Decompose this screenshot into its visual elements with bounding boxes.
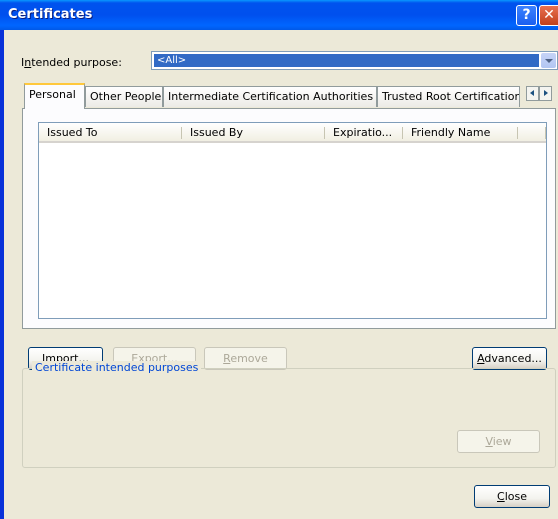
close-icon: ✕ — [543, 7, 555, 23]
view-button[interactable]: View — [457, 430, 540, 453]
certificate-purposes-group — [22, 368, 556, 468]
tab-scroll-left-icon[interactable] — [526, 86, 539, 101]
tab-scroll-right-icon[interactable] — [539, 86, 552, 101]
window-title: Certificates — [8, 7, 93, 22]
close-window-button[interactable]: ✕ — [539, 5, 558, 26]
tab-other-people[interactable]: Other People — [85, 86, 163, 107]
column-header-expiration[interactable]: Expiratio... — [325, 123, 403, 143]
tab-personal[interactable]: Personal — [24, 83, 85, 109]
help-button[interactable]: ? — [516, 5, 537, 26]
question-icon: ? — [522, 7, 531, 23]
intended-purpose-value: <All> — [154, 54, 539, 67]
title-bar[interactable]: Certificates ? ✕ — [0, 0, 558, 30]
column-header-friendly-name[interactable]: Friendly Name — [403, 123, 518, 143]
tab-trusted-root-ca[interactable]: Trusted Root Certification — [377, 86, 520, 107]
close-button[interactable]: Close — [474, 485, 550, 508]
certificate-list[interactable]: Issued To Issued By Expiratio... Friendl… — [38, 122, 547, 319]
certificate-purposes-label: Certificate intended purposes — [32, 361, 202, 374]
dialog-body: Intended purpose: <All> Personal Other P… — [4, 30, 558, 519]
intended-purpose-dropdown[interactable]: <All> — [151, 51, 558, 70]
intended-purpose-label: Intended purpose: — [21, 56, 122, 69]
certificates-window: Certificates ? ✕ Intended purpose: <All>… — [0, 0, 558, 519]
remove-button[interactable]: Remove — [204, 347, 287, 370]
column-header-filler — [518, 123, 546, 143]
column-header-issued-by[interactable]: Issued By — [182, 123, 325, 143]
column-header-issued-to[interactable]: Issued To — [39, 123, 182, 143]
advanced-button[interactable]: Advanced... — [472, 347, 547, 370]
tab-intermediate-ca[interactable]: Intermediate Certification Authorities — [163, 86, 377, 107]
chevron-down-icon[interactable] — [541, 53, 556, 68]
